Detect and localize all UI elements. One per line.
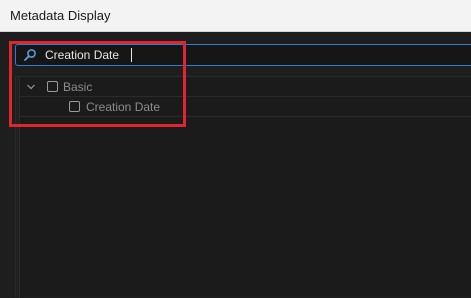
checkbox-creation-date[interactable] <box>69 101 80 112</box>
window-title: Metadata Display <box>10 8 111 23</box>
tree-group-basic[interactable]: Basic <box>20 77 471 97</box>
checkbox-basic[interactable] <box>47 81 58 92</box>
chevron-down-icon[interactable] <box>26 82 36 92</box>
text-caret <box>131 48 132 62</box>
tree-item-label: Creation Date <box>86 100 161 114</box>
search-field[interactable] <box>15 44 471 66</box>
panel-content: Basic Creation Date <box>0 32 471 298</box>
search-input[interactable] <box>45 47 465 63</box>
tree-item-creation-date[interactable]: Creation Date <box>20 97 471 117</box>
metadata-tree: Basic Creation Date <box>15 76 471 298</box>
title-bar: Metadata Display <box>0 0 471 32</box>
search-icon <box>24 49 36 61</box>
tree-group-label: Basic <box>63 80 93 94</box>
